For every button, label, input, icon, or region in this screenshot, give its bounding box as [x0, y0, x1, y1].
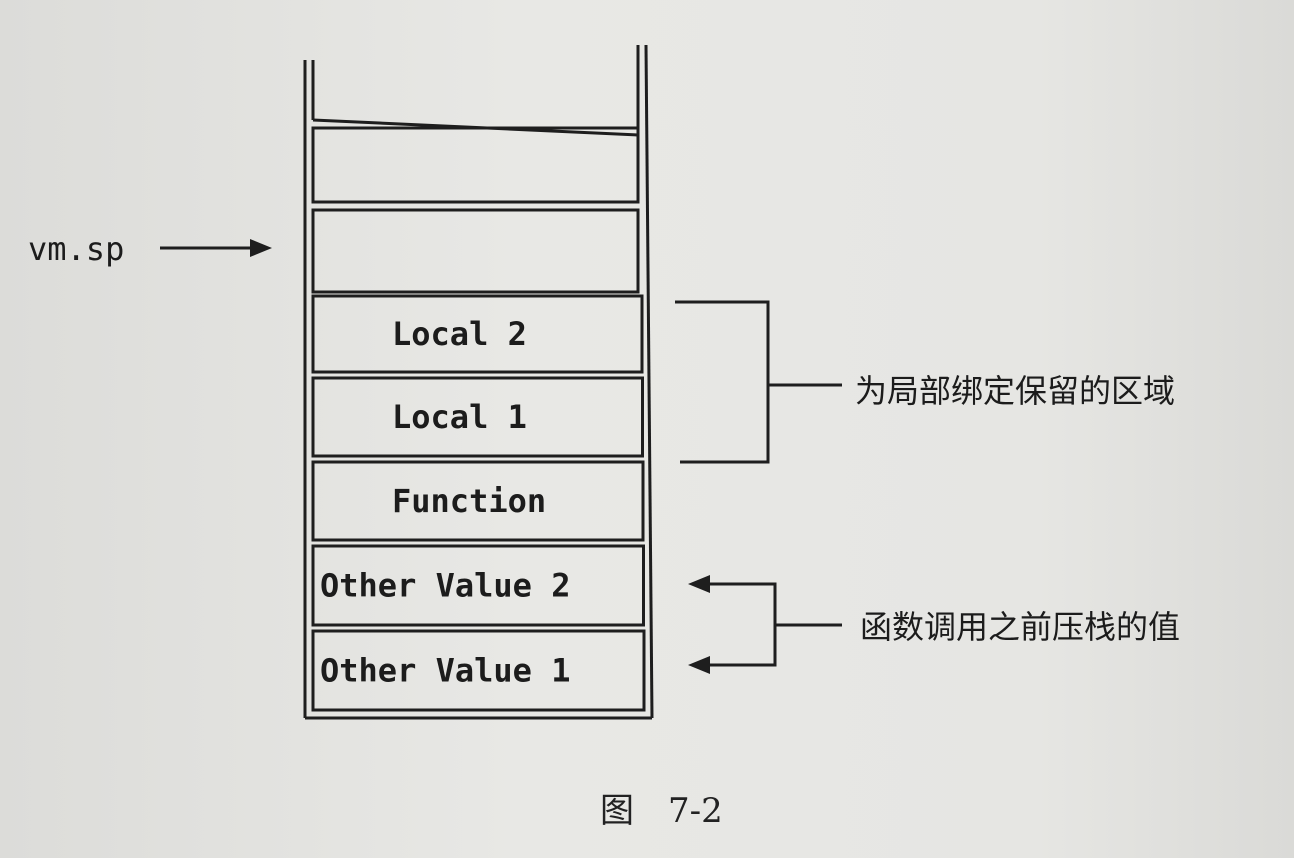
pushed-values-bracket	[688, 575, 842, 674]
stack-cell-label: Local 1	[392, 398, 527, 436]
stack-cells: Local 2 Local 1 Function Other Value 2 Other…	[311, 126, 646, 712]
locals-region-label: 为局部绑定保留的区域	[855, 372, 1175, 410]
stack-cell-label: Local 2	[392, 315, 527, 353]
left-arrow-icon	[688, 656, 710, 674]
stack-walls	[303, 44, 654, 720]
left-arrow-icon	[688, 575, 710, 593]
locals-bracket	[675, 300, 842, 464]
stack-cell-label: Other Value 2	[320, 567, 570, 605]
pushed-values-label: 函数调用之前压栈的值	[860, 608, 1180, 646]
vm-sp-label: vm.sp	[28, 230, 124, 268]
stack-diagram: Local 2 Local 1 Function Other Value 2 Other…	[28, 44, 1180, 831]
stack-cell	[311, 208, 640, 294]
figure-caption: 图 7-2	[600, 791, 723, 831]
stack-cell-label: Function	[392, 482, 546, 520]
stack-cell-label: Other Value 1	[320, 652, 570, 690]
right-arrow-icon	[160, 239, 272, 257]
stack-cell	[311, 126, 640, 204]
